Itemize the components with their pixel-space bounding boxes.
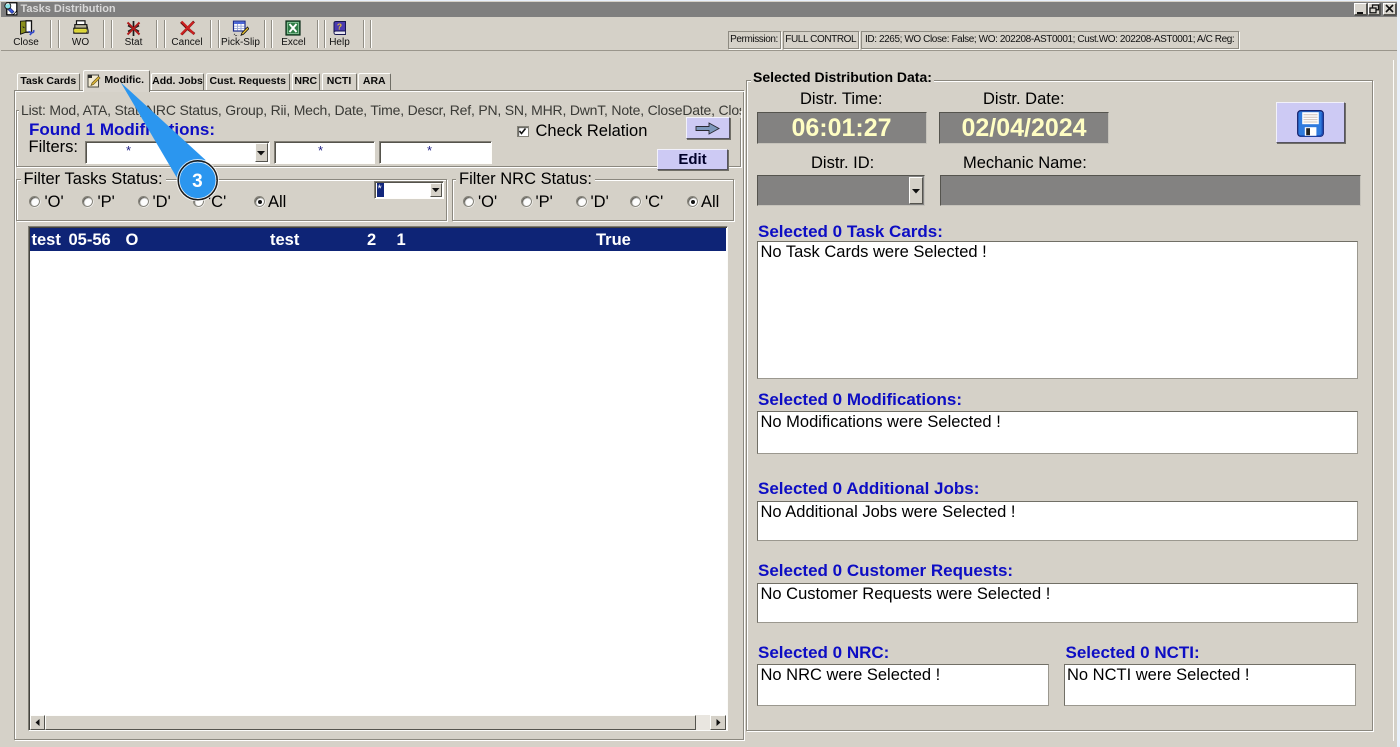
svg-text:?: ? xyxy=(337,22,342,32)
svg-text:3: 3 xyxy=(192,171,203,192)
